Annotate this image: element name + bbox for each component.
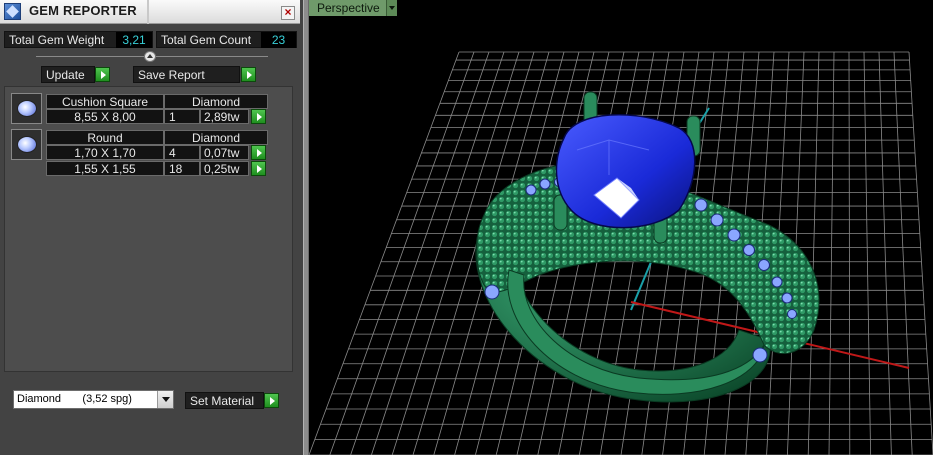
save-report-play-arrow-icon[interactable]	[241, 67, 256, 82]
grid-line	[350, 51, 490, 455]
cushion-gem-icon	[17, 100, 37, 117]
total-gem-count-value: 23	[261, 32, 296, 48]
material-select[interactable]: Diamond (3,52 spg)	[13, 390, 174, 409]
update-button[interactable]: Update	[41, 66, 95, 83]
ring-model[interactable]	[475, 91, 820, 403]
title-bar[interactable]: GEM REPORTER ×	[0, 0, 300, 24]
set-material-button[interactable]: Set Material	[185, 392, 264, 409]
gem-row-play-arrow-icon[interactable]	[251, 109, 266, 124]
grid-line	[863, 51, 871, 455]
viewport-scene	[309, 51, 933, 455]
gem-size-cell: 1,70 X 1,70	[46, 145, 164, 160]
perspective-viewport[interactable]: Perspective	[309, 0, 933, 455]
save-report-button[interactable]: Save Report	[133, 66, 240, 83]
title-separator	[147, 0, 149, 24]
gem-weight-cell: 0,25tw	[200, 161, 249, 176]
gem-weight-cell: 2,89tw	[200, 109, 249, 124]
grid-line	[908, 51, 933, 455]
window-title: GEM REPORTER	[29, 3, 137, 18]
total-gem-count-text: Total Gem Count	[161, 33, 252, 47]
grid-line	[878, 51, 892, 455]
gem-material-cell: Diamond	[164, 130, 268, 145]
gem-size-cell: 8,55 X 8,00	[46, 109, 164, 124]
close-icon[interactable]: ×	[281, 6, 295, 20]
gem-count-cell: 4	[164, 145, 200, 160]
gem-shape-cell: Round	[46, 130, 164, 145]
gem-weight-cell: 0,07tw	[200, 145, 249, 160]
grid-line	[828, 51, 835, 455]
app-root: GEM REPORTER × Total Gem Weight 3,21 Tot…	[0, 0, 933, 455]
gem-thumbnail-icon[interactable]	[11, 129, 42, 160]
dropdown-arrow-icon[interactable]	[157, 391, 173, 408]
gem-row-play-arrow-icon[interactable]	[251, 161, 266, 176]
grid-line	[329, 51, 475, 455]
update-play-arrow-icon[interactable]	[95, 67, 110, 82]
material-select-value: Diamond (3,52 spg)	[17, 393, 132, 405]
grid-line	[807, 51, 820, 455]
gem-list: Cushion Square Diamond 8,55 X 8,00 1 2,8…	[4, 86, 293, 372]
set-material-play-arrow-icon[interactable]	[264, 393, 279, 408]
gem-reporter-panel: GEM REPORTER × Total Gem Weight 3,21 Tot…	[0, 0, 303, 455]
total-gem-weight-text: Total Gem Weight	[9, 33, 105, 47]
gem-thumbnail-icon[interactable]	[11, 93, 42, 124]
collapse-icon[interactable]	[144, 51, 156, 62]
grid-line	[848, 51, 851, 455]
total-gem-weight-value: 3,21	[116, 32, 152, 48]
gem-size-cell: 1,55 X 1,55	[46, 161, 164, 176]
gem-count-cell: 1	[164, 109, 200, 124]
grid-line	[309, 51, 460, 455]
gem-count-cell: 18	[164, 161, 200, 176]
gem-row-play-arrow-icon[interactable]	[251, 145, 266, 160]
app-icon	[4, 3, 21, 20]
gem-shape-cell: Cushion Square	[46, 94, 164, 109]
view-tab-dropdown-icon[interactable]	[386, 0, 397, 16]
grid-line	[893, 51, 913, 455]
view-tab-perspective[interactable]: Perspective	[309, 0, 387, 16]
gem-material-cell: Diamond	[164, 94, 268, 109]
round-gem-icon	[17, 136, 37, 153]
